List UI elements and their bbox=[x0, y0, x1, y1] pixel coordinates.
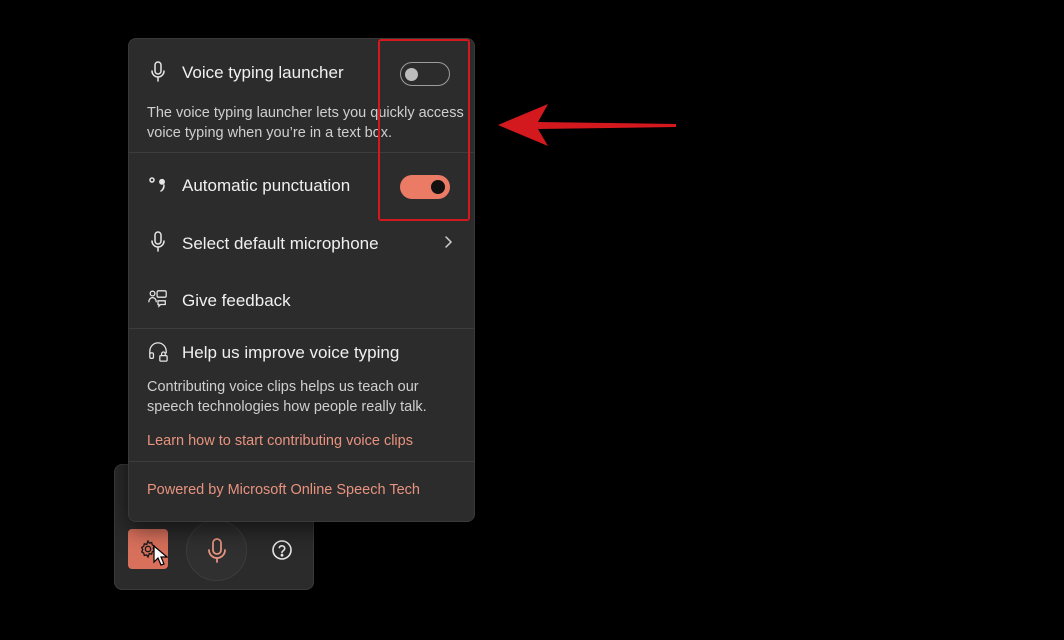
microphone-icon bbox=[148, 231, 168, 252]
divider bbox=[129, 461, 474, 462]
voice-launcher-title: Voice typing launcher bbox=[182, 63, 344, 82]
feedback-icon bbox=[148, 289, 168, 309]
headset-lock-icon bbox=[148, 342, 168, 362]
select-microphone-item[interactable]: Select default microphone bbox=[182, 234, 379, 254]
divider bbox=[129, 328, 474, 329]
mouse-cursor-icon bbox=[153, 545, 169, 566]
annotation-arrow-icon bbox=[498, 104, 676, 146]
microphone-icon bbox=[207, 537, 226, 563]
chevron-right-icon bbox=[445, 236, 453, 248]
microphone-button[interactable] bbox=[186, 520, 247, 581]
improve-voice-typing-description: Contributing voice clips helps us teach … bbox=[147, 379, 427, 415]
question-circle-icon bbox=[272, 540, 292, 560]
annotation-highlight-box bbox=[378, 39, 470, 221]
auto-punctuation-title: Automatic punctuation bbox=[182, 176, 351, 195]
powered-by-link[interactable]: Powered by Microsoft Online Speech Tech bbox=[147, 482, 420, 498]
help-button[interactable] bbox=[267, 535, 297, 565]
microphone-icon bbox=[148, 61, 168, 82]
give-feedback-item[interactable]: Give feedback bbox=[182, 291, 291, 311]
contribute-voice-clips-link[interactable]: Learn how to start contributing voice cl… bbox=[147, 433, 413, 449]
punctuation-icon bbox=[148, 175, 168, 195]
improve-voice-typing-title: Help us improve voice typing bbox=[182, 343, 400, 362]
